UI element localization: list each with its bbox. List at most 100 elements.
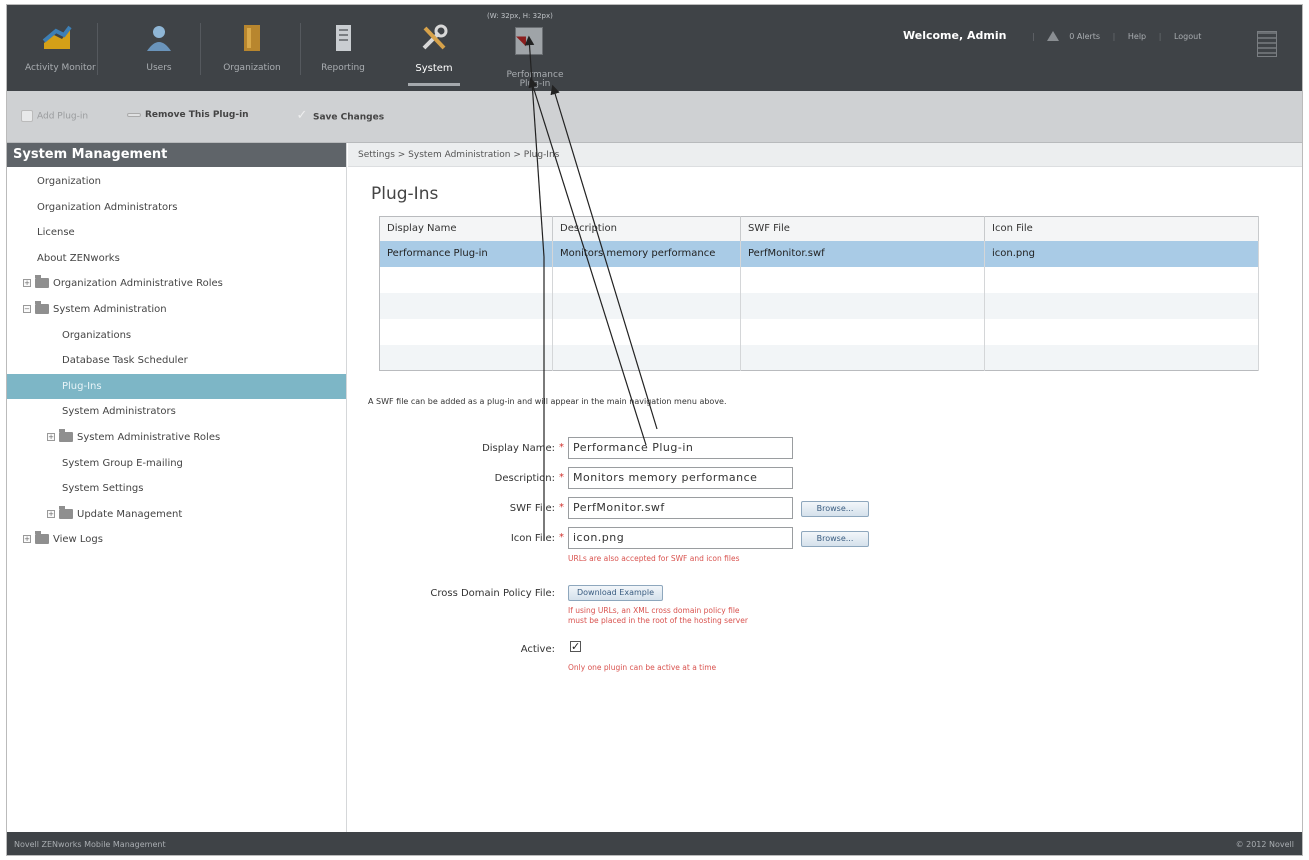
column-header-display-name[interactable]: Display Name: [379, 216, 553, 241]
description-input[interactable]: Monitors memory performance: [568, 467, 793, 489]
nav-divider: [97, 23, 98, 75]
add-icon: [21, 110, 33, 122]
help-link[interactable]: Help: [1128, 32, 1146, 41]
active-note: Only one plugin can be active at a time: [568, 663, 717, 672]
page-title: Plug-Ins: [371, 184, 439, 204]
reporting-icon: [336, 25, 351, 51]
cross-domain-note-line-1: If using URLs, an XML cross domain polic…: [568, 606, 740, 615]
top-navigation-bar: Activity Monitor Users Organization Repo…: [7, 5, 1302, 91]
table-row-empty: [379, 344, 1259, 371]
expand-icon[interactable]: +: [47, 509, 55, 518]
sidebar-title: System Management: [7, 143, 346, 167]
sidebar-item-organization-administrators[interactable]: Organization Administrators: [7, 195, 346, 221]
nav-activity-monitor[interactable]: Activity Monitor: [25, 5, 96, 91]
expand-icon[interactable]: +: [47, 432, 55, 441]
active-tab-indicator: [408, 83, 460, 86]
remove-plugin-button[interactable]: Remove This Plug-in: [127, 110, 249, 120]
expand-icon[interactable]: +: [23, 279, 31, 288]
save-changes-button[interactable]: ✓ Save Changes: [295, 108, 385, 124]
sidebar-item-license[interactable]: License: [7, 220, 346, 246]
remove-icon: [127, 112, 141, 117]
icon-file-input[interactable]: icon.png: [568, 527, 793, 549]
description-label: Description:: [494, 473, 555, 484]
sidebar-item-label: Update Management: [77, 508, 183, 520]
sidebar-item-update-management[interactable]: + Update Management: [7, 502, 346, 528]
nav-organization[interactable]: Organization: [220, 5, 284, 91]
folder-icon: [59, 505, 73, 519]
urls-note: URLs are also accepted for SWF and icon …: [568, 554, 740, 563]
welcome-text: Welcome, Admin: [903, 29, 1007, 42]
sidebar-item-database-task-scheduler[interactable]: Database Task Scheduler: [7, 348, 346, 374]
sidebar-item-system-administrative-roles[interactable]: + System Administrative Roles: [7, 425, 346, 451]
nav-label: Performance Plug-in: [506, 70, 564, 89]
plugins-table: Display Name Description SWF File Icon F…: [379, 216, 1259, 371]
nav-divider: [300, 23, 301, 75]
nav-reporting[interactable]: Reporting: [311, 5, 375, 91]
plugin-info-text: A SWF file can be added as a plug-in and…: [368, 397, 727, 406]
display-name-label: Display Name:: [482, 443, 555, 454]
sidebar: System Management Organization Organizat…: [7, 143, 347, 832]
sidebar-item-organizations[interactable]: Organizations: [7, 323, 346, 349]
sidebar-item-organization[interactable]: Organization: [7, 169, 346, 195]
logout-link[interactable]: Logout: [1174, 32, 1201, 41]
sidebar-tree: Organization Organization Administrators…: [7, 167, 346, 553]
sidebar-item-label: View Logs: [53, 534, 103, 546]
nav-system[interactable]: System: [402, 5, 466, 91]
sidebar-item-system-group-emailing[interactable]: System Group E-mailing: [7, 451, 346, 477]
alert-warning-icon: [1047, 31, 1060, 41]
expand-icon[interactable]: +: [23, 535, 31, 544]
folder-icon: [35, 300, 49, 314]
nav-performance-plugin[interactable]: Performance Plug-in: [495, 5, 575, 91]
sidebar-item-about-zenworks[interactable]: About ZENworks: [7, 246, 346, 272]
sidebar-item-view-logs[interactable]: + View Logs: [7, 527, 346, 553]
swf-file-label: SWF File:: [509, 503, 555, 514]
alerts-link[interactable]: 0 Alerts: [1069, 32, 1100, 41]
sidebar-item-plug-ins[interactable]: Plug-Ins: [7, 373, 346, 400]
breadcrumb: Settings > System Administration > Plug-…: [348, 143, 1302, 167]
main-content: Settings > System Administration > Plug-…: [348, 143, 1302, 832]
folder-icon: [59, 428, 73, 442]
collapse-icon[interactable]: −: [23, 304, 31, 313]
footer-copyright: © 2012 Novell: [1235, 840, 1294, 849]
nav-users[interactable]: Users: [127, 5, 191, 91]
active-checkbox[interactable]: ✓: [570, 641, 581, 652]
column-header-description[interactable]: Description: [552, 216, 741, 241]
display-name-input[interactable]: Performance Plug-in: [568, 437, 793, 459]
sidebar-item-organization-administrative-roles[interactable]: + Organization Administrative Roles: [7, 271, 346, 297]
browse-icon-button[interactable]: Browse...: [801, 531, 869, 547]
nav-label: Users: [146, 63, 172, 73]
footer: Novell ZENworks Mobile Management © 2012…: [7, 832, 1302, 855]
active-label: Active:: [520, 644, 555, 655]
add-plugin-button[interactable]: Add Plug-in: [21, 110, 88, 122]
footer-product-name: Novell ZENworks Mobile Management: [14, 840, 166, 849]
column-header-swf-file[interactable]: SWF File: [740, 216, 985, 241]
sidebar-item-label: System Administrative Roles: [77, 431, 221, 443]
nav-label: Activity Monitor: [25, 63, 96, 73]
top-right-links: | 0 Alerts | Help | Logout: [1032, 31, 1202, 41]
column-header-icon-file[interactable]: Icon File: [984, 216, 1259, 241]
app-window: Activity Monitor Users Organization Repo…: [6, 4, 1303, 856]
users-icon: [147, 26, 171, 51]
icon-file-label: Icon File:: [510, 533, 555, 544]
server-icon: [1257, 31, 1277, 57]
activity-monitor-icon: [42, 25, 72, 49]
checkmark-icon: ✓: [296, 108, 308, 123]
table-row-empty: [379, 292, 1259, 319]
download-example-button[interactable]: Download Example: [568, 585, 663, 601]
remove-plugin-label: Remove This Plug-in: [145, 110, 249, 120]
cross-domain-label: Cross Domain Policy File:: [430, 588, 555, 599]
table-cell: icon.png: [984, 240, 1259, 267]
table-cell: Monitors memory performance: [552, 240, 741, 267]
nav-label: Organization: [223, 63, 281, 73]
folder-icon: [35, 275, 49, 289]
organization-icon: [244, 25, 260, 51]
sidebar-item-system-administrators[interactable]: System Administrators: [7, 399, 346, 425]
sidebar-item-system-administration[interactable]: − System Administration: [7, 297, 346, 323]
system-tools-icon: [422, 24, 448, 50]
table-row[interactable]: Performance Plug-in Monitors memory perf…: [379, 240, 1259, 267]
required-marker: *: [559, 442, 564, 453]
nav-label: Reporting: [321, 63, 365, 73]
swf-file-input[interactable]: PerfMonitor.swf: [568, 497, 793, 519]
sidebar-item-system-settings[interactable]: System Settings: [7, 476, 346, 502]
browse-swf-button[interactable]: Browse...: [801, 501, 869, 517]
